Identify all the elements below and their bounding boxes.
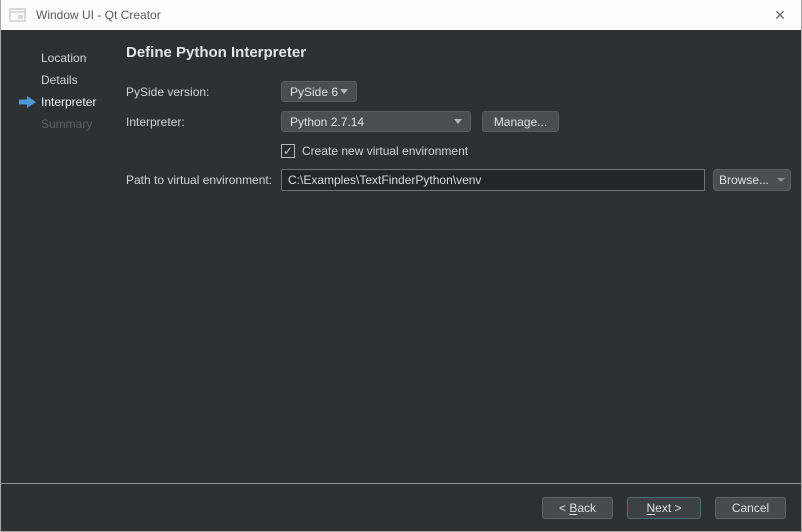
step-label: Interpreter	[41, 95, 96, 109]
sidebar-item-summary: Summary	[1, 113, 126, 135]
chevron-down-icon	[454, 119, 462, 124]
close-button[interactable]: ✕	[769, 4, 791, 26]
venv-checkbox-row: ✓ Create new virtual environment	[126, 144, 791, 158]
pyside-version-row: PySide version: PySide 6	[126, 81, 791, 102]
chevron-down-icon	[777, 178, 785, 182]
pyside-version-label: PySide version:	[126, 85, 281, 99]
wizard-page: Define Python Interpreter PySide version…	[126, 30, 802, 483]
browse-button[interactable]: Browse...	[713, 169, 791, 191]
sidebar-item-details: Details	[1, 69, 126, 91]
pyside-version-value: PySide 6	[290, 85, 338, 99]
page-title: Define Python Interpreter	[126, 44, 791, 61]
step-label: Summary	[41, 117, 92, 131]
step-label: Details	[41, 73, 78, 87]
manage-button[interactable]: Manage...	[482, 111, 559, 132]
wizard-dialog: Window UI - Qt Creator ✕ Location Detail…	[0, 0, 802, 532]
venv-checkbox-label: Create new virtual environment	[302, 144, 468, 158]
pyside-version-combobox[interactable]: PySide 6	[281, 81, 357, 102]
venv-path-label: Path to virtual environment:	[126, 173, 281, 187]
titlebar: Window UI - Qt Creator ✕	[1, 0, 801, 30]
back-button[interactable]: < Back	[542, 497, 613, 519]
venv-path-row: Path to virtual environment: Browse...	[126, 169, 791, 191]
sidebar-item-location: Location	[1, 47, 126, 69]
interpreter-label: Interpreter:	[126, 115, 281, 129]
window-title: Window UI - Qt Creator	[36, 8, 161, 22]
current-step-arrow-icon	[19, 96, 36, 108]
footer-button-bar: < Back Next > Cancel	[1, 484, 801, 531]
interpreter-value: Python 2.7.14	[290, 115, 364, 129]
sidebar-item-interpreter: Interpreter	[1, 91, 126, 113]
chevron-down-icon	[340, 89, 348, 94]
venv-checkbox[interactable]: ✓	[281, 144, 295, 158]
wizard-steps-sidebar: Location Details Interpreter Summary	[1, 30, 126, 483]
app-window-icon	[9, 8, 27, 23]
interpreter-combobox[interactable]: Python 2.7.14	[281, 111, 471, 132]
venv-path-input[interactable]	[281, 169, 705, 191]
next-button[interactable]: Next >	[627, 497, 701, 519]
wizard-body: Location Details Interpreter Summary De	[1, 30, 801, 483]
interpreter-row: Interpreter: Python 2.7.14 Manage...	[126, 111, 791, 132]
browse-button-label: Browse...	[719, 173, 769, 187]
cancel-button[interactable]: Cancel	[715, 497, 786, 519]
step-label: Location	[41, 51, 86, 65]
